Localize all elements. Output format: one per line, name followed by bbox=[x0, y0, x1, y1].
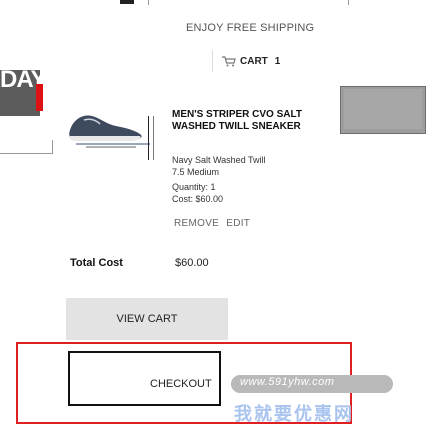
product-quantity: Quantity: 1 bbox=[172, 182, 216, 192]
preview-inner bbox=[344, 89, 422, 129]
remove-link[interactable]: REMOVE bbox=[174, 218, 219, 229]
checkout-button[interactable]: CHECKOUT bbox=[150, 378, 212, 390]
watermark-url: www.591yhw.com bbox=[240, 376, 335, 388]
view-cart-button[interactable]: VIEW CART bbox=[66, 298, 228, 340]
row-divider bbox=[0, 153, 52, 154]
total-label: Total Cost bbox=[70, 257, 123, 269]
product-title[interactable]: MEN'S STRIPER CVO SALT WASHED TWILL SNEA… bbox=[172, 109, 322, 133]
row-divider bbox=[52, 140, 53, 154]
watermark-text: 我就要优惠网 bbox=[234, 404, 354, 424]
product-image[interactable] bbox=[66, 108, 158, 148]
product-cost: Cost: $60.00 bbox=[172, 194, 224, 204]
promo-tab bbox=[36, 84, 43, 111]
product-color: Navy Salt Washed Twill bbox=[172, 155, 266, 165]
preview-thumbnail bbox=[340, 86, 426, 134]
top-divider bbox=[120, 0, 134, 4]
cart-label: CART bbox=[240, 55, 268, 67]
item-actions: REMOVE EDIT bbox=[174, 218, 250, 229]
total-value: $60.00 bbox=[175, 257, 209, 269]
view-cart-label: VIEW CART bbox=[116, 313, 178, 325]
image-divider bbox=[148, 116, 154, 160]
product-size: 7.5 Medium bbox=[172, 167, 220, 177]
cart-button[interactable]: CART 1 bbox=[212, 50, 280, 72]
edit-link[interactable]: EDIT bbox=[226, 218, 250, 229]
cart-count: 1 bbox=[274, 55, 281, 67]
top-divider bbox=[148, 0, 149, 5]
free-shipping-banner: ENJOY FREE SHIPPING bbox=[186, 22, 315, 34]
cart-icon bbox=[222, 55, 236, 67]
top-divider bbox=[348, 0, 349, 5]
